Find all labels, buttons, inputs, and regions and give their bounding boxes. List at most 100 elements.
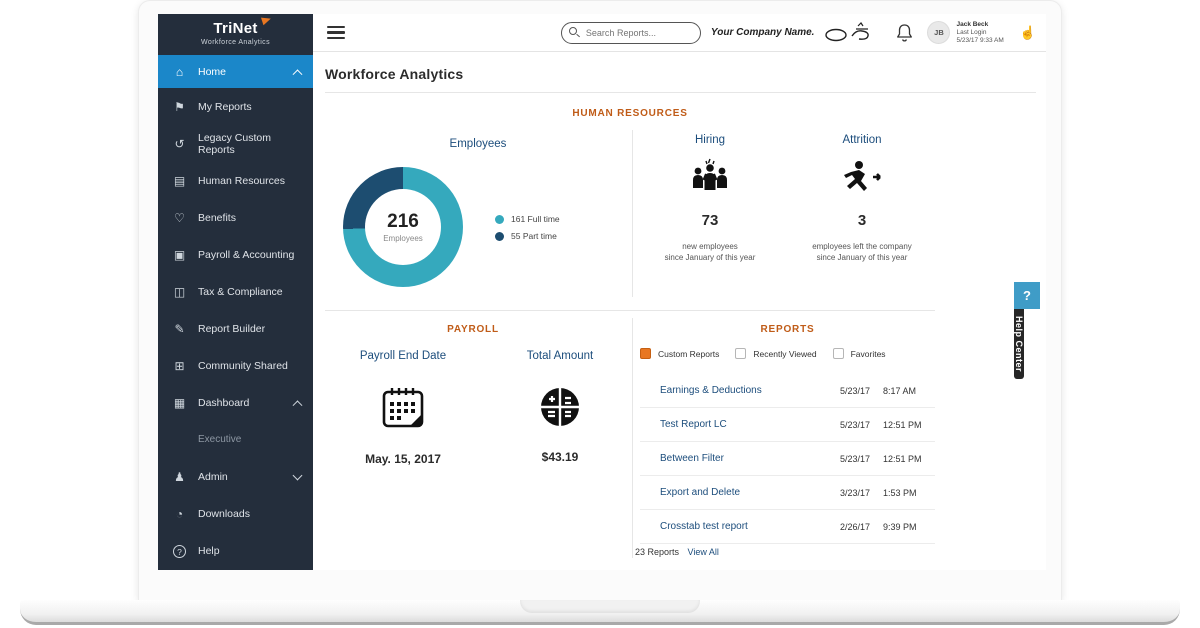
chevron-down-icon xyxy=(292,470,303,480)
laptop-base xyxy=(20,600,1180,625)
attrition-label: Attrition xyxy=(842,134,882,146)
view-all-link[interactable]: View All xyxy=(688,547,719,557)
sidebar-item-benefits[interactable]: ♡ Benefits xyxy=(158,199,313,236)
reports-count: 23 Reports xyxy=(635,547,680,557)
search-input[interactable] xyxy=(560,21,701,44)
brand-subtitle: Workforce Analytics xyxy=(201,39,270,46)
brand-logo: TriNet xyxy=(213,14,272,37)
page-title: Workforce Analytics xyxy=(325,66,464,82)
home-icon: ⌂ xyxy=(175,64,184,79)
sidebar-item-downloads[interactable]: ◔ Downloads xyxy=(158,495,313,532)
sidebar-item-payroll-accounting[interactable]: ▣ Payroll & Accounting xyxy=(158,236,313,273)
sidebar-item-human-resources[interactable]: ▤ Human Resources xyxy=(158,162,313,199)
new-employees-icon xyxy=(693,158,727,190)
employee-total: 216 xyxy=(387,211,419,232)
sidebar-item-label: Executive xyxy=(198,434,242,445)
payroll-section-title: PAYROLL xyxy=(447,324,499,335)
payroll-end-date-value: May. 15, 2017 xyxy=(365,452,441,466)
share-box-icon: ⊞ xyxy=(174,358,185,373)
sidebar-item-label: Dashboard xyxy=(198,396,250,409)
employee-leaving-icon xyxy=(844,161,881,191)
sidebar-item-admin[interactable]: ♟ Admin xyxy=(158,458,313,495)
report-row[interactable]: Test Report LC 5/23/17 12:51 PM xyxy=(640,408,935,442)
total-amount-label: Total Amount xyxy=(526,350,594,362)
report-link[interactable]: Test Report LC xyxy=(660,419,727,430)
legend-item: 55 Part time xyxy=(495,231,560,241)
bell-icon[interactable] xyxy=(896,23,913,42)
legacy-reports-icon: ↺ xyxy=(174,136,185,151)
sidebar-item-executive[interactable]: Executive xyxy=(158,421,313,458)
reports-footer: 23 Reports View All xyxy=(635,547,719,557)
sidebar-item-tax-compliance[interactable]: ◫ Tax & Compliance xyxy=(158,273,313,310)
filter-label: Custom Reports xyxy=(658,348,720,359)
report-row[interactable]: Crosstab test report 2/26/17 9:39 PM xyxy=(640,510,935,544)
employees-donut-chart: 216 Employees xyxy=(343,167,463,287)
heart-icon: ♡ xyxy=(174,210,185,225)
wallet-icon: ▣ xyxy=(173,247,186,262)
avatar[interactable]: JB xyxy=(927,21,951,44)
report-link[interactable]: Between Filter xyxy=(660,453,724,464)
flag-icon: ⚑ xyxy=(174,99,185,114)
sidebar-item-label: Legacy Custom Reports xyxy=(198,131,271,156)
user-icon: ♟ xyxy=(174,469,185,484)
brand-name-text: TriNet xyxy=(213,20,258,37)
attrition-caption-1: employees left the company xyxy=(812,242,912,251)
search-icon xyxy=(568,26,577,35)
laptop-mockup: TriNet Workforce Analytics ⌂ Home ⚑ My R… xyxy=(0,0,1200,628)
report-time: 9:39 PM xyxy=(883,521,917,532)
legend-item: 161 Full time xyxy=(495,214,560,224)
sidebar-item-home[interactable]: ⌂ Home xyxy=(158,55,313,88)
legend-dot-parttime xyxy=(495,231,504,241)
checkbox-recently-viewed[interactable] xyxy=(735,348,747,359)
report-link[interactable]: Crosstab test report xyxy=(660,521,748,532)
brand-swoosh-icon xyxy=(260,14,272,26)
sidebar-item-legacy-custom-reports[interactable]: ↺ Legacy Custom Reports xyxy=(158,125,313,162)
total-amount-value: $43.19 xyxy=(541,450,579,464)
sidebar-item-label: Tax & Compliance xyxy=(198,285,283,298)
report-time: 1:53 PM xyxy=(883,487,917,498)
pencil-icon: ✎ xyxy=(174,321,185,336)
chevron-up-icon xyxy=(292,400,303,411)
download-circle-icon: ◔ xyxy=(175,506,184,521)
report-link[interactable]: Export and Delete xyxy=(660,487,740,498)
employee-total-label: Employees xyxy=(383,234,423,243)
hamburger-menu-icon[interactable] xyxy=(327,23,345,43)
report-filters: Custom Reports Recently Viewed Favorites xyxy=(640,348,935,359)
report-date: 5/23/17 xyxy=(840,453,871,464)
grid-icon: ▦ xyxy=(173,395,186,410)
last-login-label: Last Login xyxy=(956,28,987,36)
report-link[interactable]: Earnings & Deductions xyxy=(660,385,762,396)
help-center-label: Help Center xyxy=(1014,309,1024,379)
report-row[interactable]: Earnings & Deductions 5/23/17 8:17 AM xyxy=(640,374,935,408)
legend-dot-fulltime xyxy=(495,214,504,224)
report-row[interactable]: Between Filter 5/23/17 12:51 PM xyxy=(640,442,935,476)
sidebar-item-label: Home xyxy=(198,65,227,78)
top-bar: Your Company Name. JB Jack Beck Last Log… xyxy=(313,14,1046,52)
hr-section-title: HUMAN RESOURCES xyxy=(572,108,688,119)
report-date: 5/23/17 xyxy=(840,385,871,396)
calendar-icon xyxy=(382,388,424,428)
report-row[interactable]: Export and Delete 3/23/17 1:53 PM xyxy=(640,476,935,510)
report-time: 8:17 AM xyxy=(883,385,917,396)
hiring-value: 73 xyxy=(701,212,719,229)
sidebar-item-dashboard[interactable]: ▦ Dashboard xyxy=(158,384,313,421)
donut-center: 216 Employees xyxy=(365,189,441,265)
report-time: 12:51 PM xyxy=(883,419,922,430)
sidebar-item-report-builder[interactable]: ✎ Report Builder xyxy=(158,310,313,347)
company-name: Your Company Name. xyxy=(710,27,815,38)
laptop-base-notch xyxy=(520,600,700,613)
main-content: Workforce Analytics HUMAN RESOURCES Empl… xyxy=(313,52,1046,570)
donut-legend: 161 Full time 55 Part time xyxy=(495,214,560,248)
payroll-end-date-label: Payroll End Date xyxy=(359,350,447,362)
walkthrough-hand-icon[interactable]: ☝ xyxy=(1020,25,1036,41)
payroll-total-amount: Total Amount $43.19 xyxy=(485,350,635,464)
sidebar-item-help[interactable]: ? Help xyxy=(158,532,313,569)
sidebar-item-community-shared[interactable]: ⊞ Community Shared xyxy=(158,347,313,384)
help-center-tab[interactable]: ? Help Center xyxy=(1014,282,1040,379)
app-screen: TriNet Workforce Analytics ⌂ Home ⚑ My R… xyxy=(158,14,1046,570)
checkbox-custom-reports[interactable] xyxy=(640,348,651,359)
sidebar-item-label: Community Shared xyxy=(198,359,288,372)
sidebar-item-my-reports[interactable]: ⚑ My Reports xyxy=(158,88,313,125)
filter-label: Recently Viewed xyxy=(753,348,817,359)
checkbox-favorites[interactable] xyxy=(832,348,844,359)
